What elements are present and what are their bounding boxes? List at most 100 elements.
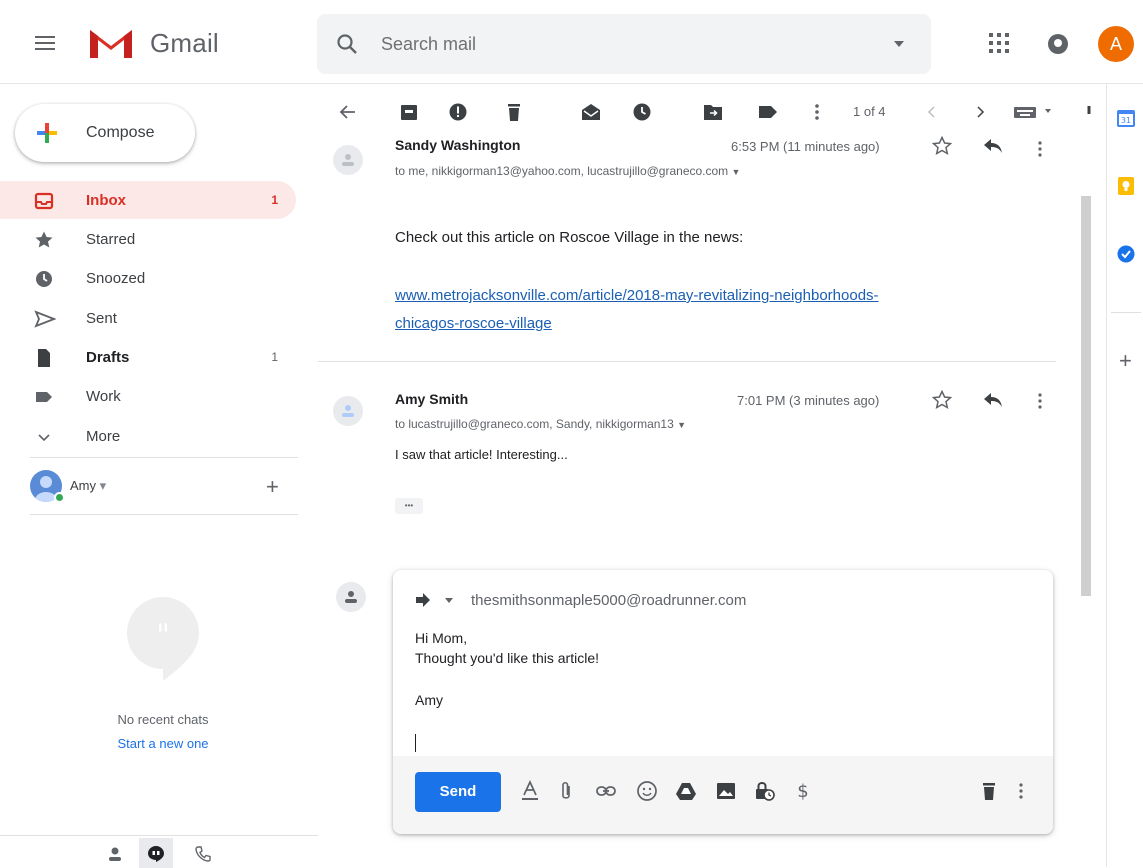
next-page-chevron-icon[interactable] xyxy=(974,102,986,122)
sidebar-item-label: More xyxy=(86,428,121,445)
sidebar-item-label: Work xyxy=(86,388,121,405)
recipients-line[interactable]: to lucastrujillo@graneco.com, Sandy, nik… xyxy=(395,417,686,431)
search-options-caret-icon[interactable] xyxy=(893,40,905,48)
prev-page-chevron-icon[interactable] xyxy=(926,102,938,122)
reply-compose-box[interactable]: thesmithsonmaple5000@roadrunner.com Hi M… xyxy=(393,570,1053,834)
compose-plus-icon xyxy=(35,121,59,145)
phone-icon xyxy=(195,846,211,862)
inbox-icon xyxy=(34,191,54,211)
recipients-line[interactable]: to me, nikkigorman13@yahoo.com, lucastru… xyxy=(395,164,740,178)
reply-icon[interactable] xyxy=(983,138,1003,154)
sidebar-item-label: Snoozed xyxy=(86,270,146,287)
formatting-options-icon[interactable] xyxy=(521,780,539,802)
calendar-icon[interactable]: 31 xyxy=(1116,108,1136,128)
message-more-icon[interactable] xyxy=(1037,392,1043,410)
snooze-icon[interactable] xyxy=(632,102,652,122)
archive-icon[interactable] xyxy=(399,102,419,122)
page-counter: 1 of 4 xyxy=(853,104,886,119)
reply-avatar xyxy=(336,582,366,612)
more-options-icon[interactable] xyxy=(813,102,821,122)
tasks-icon[interactable] xyxy=(1116,244,1136,264)
sender-name[interactable]: Sandy Washington xyxy=(395,137,520,153)
input-tools-keyboard-icon[interactable] xyxy=(1013,102,1053,122)
star-icon[interactable] xyxy=(932,136,952,156)
phone-tab[interactable] xyxy=(186,838,220,868)
chat-tab[interactable] xyxy=(139,838,173,868)
scrollbar[interactable] xyxy=(1081,196,1091,596)
draft-count: 1 xyxy=(271,350,278,364)
report-spam-icon[interactable] xyxy=(448,102,468,122)
compose-button[interactable]: Compose xyxy=(15,104,195,162)
google-drive-icon[interactable] xyxy=(675,780,697,802)
more-compose-options-icon[interactable] xyxy=(1018,780,1024,802)
draft-icon xyxy=(34,348,54,368)
account-avatar[interactable]: A xyxy=(1098,26,1134,62)
insert-emoji-icon[interactable] xyxy=(636,780,658,802)
message-body: Check out this article on Roscoe Village… xyxy=(395,229,744,246)
notifications-icon[interactable] xyxy=(1046,32,1070,56)
star-icon[interactable] xyxy=(932,390,952,410)
send-money-icon[interactable]: $ xyxy=(796,780,810,802)
message-more-icon[interactable] xyxy=(1037,140,1043,158)
insert-photo-icon[interactable] xyxy=(715,780,737,802)
sender-avatar xyxy=(333,396,363,426)
delete-icon[interactable] xyxy=(504,102,524,122)
reply-line[interactable]: Hi Mom, xyxy=(415,630,467,646)
sidebar-item-sent[interactable]: Sent xyxy=(0,299,296,337)
more-toolbar-icon[interactable] xyxy=(1086,102,1092,122)
start-new-chat-link[interactable]: Start a new one xyxy=(60,736,266,751)
svg-text:31: 31 xyxy=(1121,116,1131,125)
sidebar-divider xyxy=(30,514,298,515)
apps-grid-icon[interactable] xyxy=(988,32,1010,54)
keep-icon[interactable] xyxy=(1116,176,1136,196)
main-menu-button[interactable] xyxy=(30,28,60,58)
hangouts-tab-bar xyxy=(0,835,318,868)
person-icon xyxy=(345,591,357,603)
recipient-address[interactable]: thesmithsonmaple5000@roadrunner.com xyxy=(471,592,746,609)
compose-label: Compose xyxy=(86,124,155,141)
hamburger-icon xyxy=(35,36,55,50)
reply-line[interactable]: Thought you'd like this article! xyxy=(415,650,599,666)
confidential-mode-icon[interactable] xyxy=(753,780,775,802)
search-icon[interactable] xyxy=(335,32,359,56)
reply-icon[interactable] xyxy=(983,392,1003,408)
compose-toolbar: Send $ xyxy=(393,756,1053,834)
show-trimmed-content-button[interactable]: ••• xyxy=(395,498,423,514)
sidebar-item-starred[interactable]: Starred xyxy=(0,220,296,258)
move-to-folder-icon[interactable] xyxy=(702,102,724,122)
get-add-ons-plus-icon[interactable]: + xyxy=(1119,350,1132,372)
sidebar-item-more[interactable]: More xyxy=(0,417,296,455)
new-chat-plus-icon[interactable]: + xyxy=(266,474,279,500)
sidebar-item-work[interactable]: Work xyxy=(0,377,296,415)
chevron-down-icon xyxy=(34,427,54,447)
gmail-logo-icon[interactable] xyxy=(86,24,136,62)
message-time: 6:53 PM (11 minutes ago) xyxy=(731,139,880,154)
send-icon xyxy=(34,309,56,329)
search-input[interactable]: Search mail xyxy=(381,34,476,55)
label-as-icon[interactable] xyxy=(757,102,779,122)
mark-unread-icon[interactable] xyxy=(580,102,602,122)
sidebar-item-drafts[interactable]: Drafts 1 xyxy=(0,338,296,376)
person-icon xyxy=(342,405,354,417)
insert-link-icon[interactable] xyxy=(595,780,617,802)
recipients-caret-icon[interactable]: ▼ xyxy=(677,420,686,430)
send-button[interactable]: Send xyxy=(415,772,501,812)
side-panel: 31 + xyxy=(1106,84,1143,867)
attach-file-icon[interactable] xyxy=(559,780,573,802)
discard-draft-icon[interactable] xyxy=(980,780,998,802)
recipients-caret-icon[interactable]: ▼ xyxy=(732,167,741,177)
forward-type-icon[interactable] xyxy=(415,592,455,608)
sidebar-item-snoozed[interactable]: Snoozed xyxy=(0,259,296,297)
sender-name[interactable]: Amy Smith xyxy=(395,391,468,407)
back-arrow-icon[interactable] xyxy=(338,102,358,122)
hangouts-user[interactable]: Amy ▾ + xyxy=(30,470,298,510)
contacts-tab[interactable] xyxy=(98,838,132,868)
search-bar[interactable]: Search mail xyxy=(317,14,931,74)
article-link[interactable]: www.metrojacksonville.com/article/2018-m… xyxy=(395,282,879,338)
message-body: I saw that article! Interesting... xyxy=(395,447,568,462)
person-icon xyxy=(109,847,121,861)
reply-line[interactable]: Amy xyxy=(415,692,443,708)
sidebar-item-inbox[interactable]: Inbox 1 xyxy=(0,181,296,219)
online-status-dot xyxy=(54,492,65,503)
hangouts-user-name[interactable]: Amy ▾ xyxy=(70,478,106,494)
